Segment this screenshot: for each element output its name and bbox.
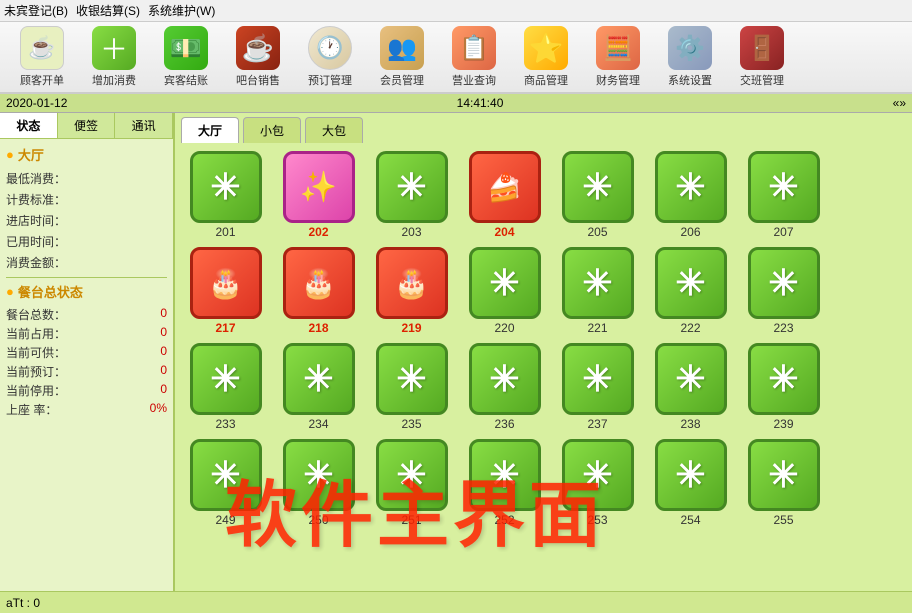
menu-cashier[interactable]: 收银结算(S): [76, 2, 140, 19]
btn-handover[interactable]: 🚪 交班管理: [728, 22, 796, 92]
datebar: 2020-01-12 14:41:40 «»: [0, 94, 912, 113]
section-status-title: 餐台总状态: [6, 282, 167, 301]
btn-bar-sale[interactable]: ☕ 吧台销售: [224, 22, 292, 92]
table-203[interactable]: ✳ 203: [369, 151, 454, 239]
table-grid: ✳ 201 ✨ 202 ✳ 203 🍰 204 ✳ 205: [175, 143, 912, 591]
collapse-btn[interactable]: «»: [893, 96, 906, 110]
table-250[interactable]: ✳ 250: [276, 439, 361, 527]
status-text: aTt : 0: [6, 596, 40, 610]
btn-member[interactable]: 👥 会员管理: [368, 22, 436, 92]
tab-hall[interactable]: 大厅: [181, 117, 239, 143]
current-date: 2020-01-12: [6, 96, 67, 110]
table-204[interactable]: 🍰 204: [462, 151, 547, 239]
btn-settings[interactable]: ⚙️ 系统设置: [656, 22, 724, 92]
table-249[interactable]: ✳ 249: [183, 439, 268, 527]
content-tabs: 大厅 小包 大包: [175, 113, 912, 143]
table-217[interactable]: 🎂 217: [183, 247, 268, 335]
table-237[interactable]: ✳ 237: [555, 343, 640, 431]
tab-comm[interactable]: 通讯: [115, 113, 173, 138]
sidebar-tabs: 状态 便签 通讯: [0, 113, 173, 139]
table-235[interactable]: ✳ 235: [369, 343, 454, 431]
table-220[interactable]: ✳ 220: [462, 247, 547, 335]
table-223[interactable]: ✳ 223: [741, 247, 826, 335]
table-239[interactable]: ✳ 239: [741, 343, 826, 431]
btn-finance[interactable]: 🧮 财务管理: [584, 22, 652, 92]
stat-disabled: 当前停用： 0: [6, 381, 167, 400]
btn-booking[interactable]: 🕐 预订管理: [296, 22, 364, 92]
table-221[interactable]: ✳ 221: [555, 247, 640, 335]
tab-status[interactable]: 状态: [0, 113, 58, 138]
menu-guest[interactable]: 未宾登记(B): [4, 2, 68, 19]
section-hall-title: 大厅: [6, 145, 167, 164]
table-219[interactable]: 🎂 219: [369, 247, 454, 335]
table-207[interactable]: ✳ 207: [741, 151, 826, 239]
table-row-2: 🎂 217 🎂 218 🎂 219 ✳ 220 ✳ 221: [183, 247, 904, 335]
tab-big-room[interactable]: 大包: [305, 117, 363, 143]
table-238[interactable]: ✳ 238: [648, 343, 733, 431]
btn-add-consume[interactable]: ＋ 增加消费: [80, 22, 148, 92]
table-252[interactable]: ✳ 252: [462, 439, 547, 527]
table-222[interactable]: ✳ 222: [648, 247, 733, 335]
table-253[interactable]: ✳ 253: [555, 439, 640, 527]
stat-available: 当前可供： 0: [6, 343, 167, 362]
info-checkin-time: 进店时间：: [6, 210, 167, 231]
table-218[interactable]: 🎂 218: [276, 247, 361, 335]
btn-checkout[interactable]: 💵 宾客结账: [152, 22, 220, 92]
sidebar: 状态 便签 通讯 大厅 最低消费： 计费标准： 进店时间： 已用时间：: [0, 113, 175, 591]
btn-business[interactable]: 📋 营业查询: [440, 22, 508, 92]
table-row-1: ✳ 201 ✨ 202 ✳ 203 🍰 204 ✳ 205: [183, 151, 904, 239]
statusbar: aTt : 0: [0, 591, 912, 613]
content-area: 大厅 小包 大包 ✳ 201 ✨ 202 ✳ 203 🍰: [175, 113, 912, 591]
table-233[interactable]: ✳ 233: [183, 343, 268, 431]
info-min-cost: 最低消费：: [6, 168, 167, 189]
table-206[interactable]: ✳ 206: [648, 151, 733, 239]
table-row-3: ✳ 233 ✳ 234 ✳ 235 ✳ 236 ✳ 237: [183, 343, 904, 431]
table-254[interactable]: ✳ 254: [648, 439, 733, 527]
table-205[interactable]: ✳ 205: [555, 151, 640, 239]
menubar: 未宾登记(B) 收银结算(S) 系统维护(W): [0, 0, 912, 22]
table-251[interactable]: ✳ 251: [369, 439, 454, 527]
menu-system[interactable]: 系统维护(W): [148, 2, 215, 19]
table-row-4: ✳ 249 ✳ 250 ✳ 251 ✳ 252 ✳ 253: [183, 439, 904, 527]
tab-small-room[interactable]: 小包: [243, 117, 301, 143]
stat-reserved: 当前预订： 0: [6, 362, 167, 381]
tab-notes[interactable]: 便签: [58, 113, 116, 138]
table-234[interactable]: ✳ 234: [276, 343, 361, 431]
info-cost-standard: 计费标准：: [6, 189, 167, 210]
info-amount: 消费金额：: [6, 252, 167, 273]
current-time: 14:41:40: [457, 96, 504, 110]
stat-occupied: 当前占用： 0: [6, 324, 167, 343]
table-202[interactable]: ✨ 202: [276, 151, 361, 239]
table-201[interactable]: ✳ 201: [183, 151, 268, 239]
btn-goods[interactable]: ⭐ 商品管理: [512, 22, 580, 92]
toolbar: ☕ 顾客开单 ＋ 增加消费 💵 宾客结账 ☕ 吧台销售 🕐 预订管理 👥 会员管…: [0, 22, 912, 94]
info-used-time: 已用时间：: [6, 231, 167, 252]
table-236[interactable]: ✳ 236: [462, 343, 547, 431]
stat-occupancy: 上座 率： 0%: [6, 400, 167, 419]
btn-open-order[interactable]: ☕ 顾客开单: [8, 22, 76, 92]
stat-total: 餐台总数： 0: [6, 305, 167, 324]
table-255[interactable]: ✳ 255: [741, 439, 826, 527]
